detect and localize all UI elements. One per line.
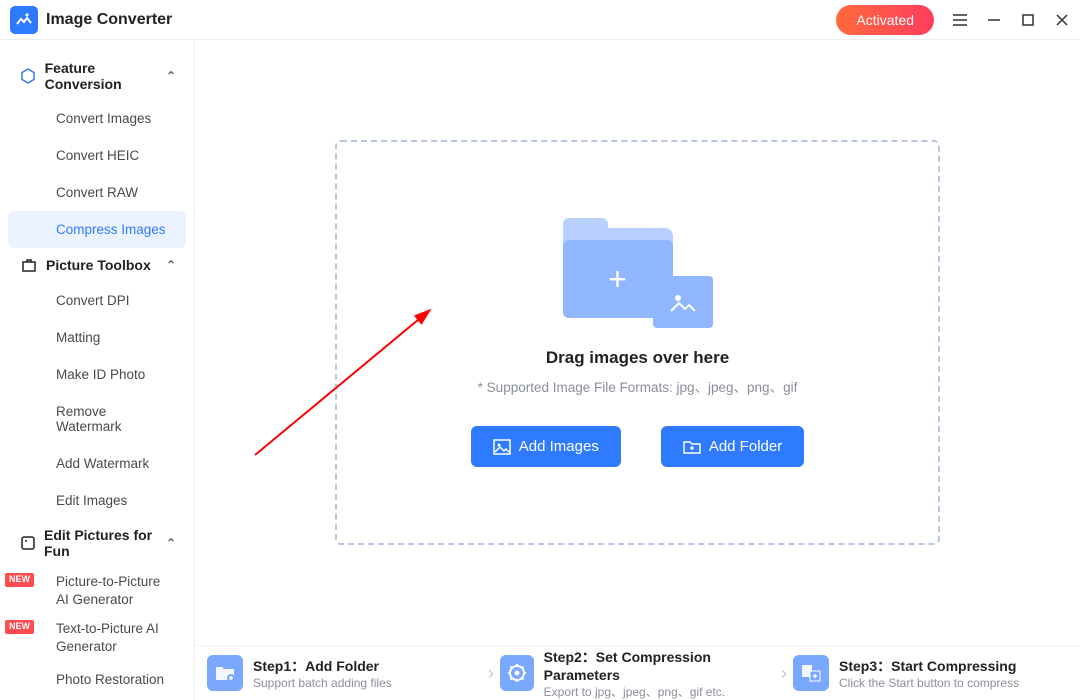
sidebar-item-photo-restoration[interactable]: Photo Restoration [8, 661, 186, 698]
app-title: Image Converter [46, 11, 172, 29]
folder-illustration-icon: + [563, 218, 713, 328]
chevron-right-icon: › [488, 663, 494, 684]
add-folder-button[interactable]: Add Folder [661, 426, 804, 467]
sidebar-item-edit-images[interactable]: Edit Images [8, 482, 186, 519]
sidebar-item-convert-raw[interactable]: Convert RAW [8, 174, 186, 211]
chevron-up-icon: ⌃ [166, 536, 176, 550]
app-logo-icon [10, 6, 38, 34]
chevron-right-icon: › [781, 663, 787, 684]
sidebar-item-convert-dpi[interactable]: Convert DPI [8, 282, 186, 319]
sidebar-item-make-id-photo[interactable]: Make ID Photo [8, 356, 186, 393]
section-title: Picture Toolbox [46, 257, 151, 273]
sidebar-item-add-watermark[interactable]: Add Watermark [8, 445, 186, 482]
chevron-up-icon: ⌃ [166, 69, 176, 83]
image-icon [493, 439, 511, 455]
section-head-feature-conversion[interactable]: Feature Conversion ⌃ [0, 52, 194, 100]
folder-plus-icon [683, 439, 701, 455]
add-images-button[interactable]: Add Images [471, 426, 621, 467]
step-3: Step3：Start CompressingClick the Start b… [793, 655, 1068, 691]
fun-icon [20, 534, 36, 552]
minimize-icon[interactable] [986, 12, 1002, 28]
main-panel: + Drag images over here * Supported Imag… [195, 40, 1080, 700]
step-2: Step2：Set Compression ParametersExport t… [500, 647, 775, 700]
dropzone-subtitle: * Supported Image File Formats: jpg、jpeg… [478, 376, 798, 396]
new-badge: NEW [5, 573, 34, 587]
title-bar: Image Converter Activated [0, 0, 1080, 40]
chevron-up-icon: ⌃ [166, 258, 176, 272]
step-gear-icon [500, 655, 534, 691]
close-icon[interactable] [1054, 12, 1070, 28]
activated-badge[interactable]: Activated [836, 5, 934, 35]
menu-icon[interactable] [952, 12, 968, 28]
toolbox-icon [20, 256, 38, 274]
add-folder-label: Add Folder [709, 438, 782, 455]
step-folder-icon [207, 655, 243, 691]
step-compress-icon [793, 655, 829, 691]
add-images-label: Add Images [519, 438, 599, 455]
sidebar-item-remove-watermark[interactable]: Remove Watermark [8, 393, 186, 445]
hexagon-icon [20, 67, 37, 85]
section-head-edit-pictures-fun[interactable]: Edit Pictures for Fun ⌃ [0, 519, 194, 567]
section-head-picture-toolbox[interactable]: Picture Toolbox ⌃ [0, 248, 194, 282]
drop-zone[interactable]: + Drag images over here * Supported Imag… [335, 140, 940, 545]
step-1: Step1：Add FolderSupport batch adding fil… [207, 655, 482, 691]
maximize-icon[interactable] [1020, 12, 1036, 28]
steps-bar: Step1：Add FolderSupport batch adding fil… [195, 645, 1080, 700]
sidebar-item-matting[interactable]: Matting [8, 319, 186, 356]
sidebar-item-text-to-pic-ai[interactable]: NEWText-to-Picture AI Generator [8, 614, 186, 661]
sidebar: Feature Conversion ⌃ Convert Images Conv… [0, 40, 195, 700]
section-title: Feature Conversion [45, 60, 166, 92]
sidebar-item-convert-images[interactable]: Convert Images [8, 100, 186, 137]
sidebar-item-pic-to-pic-ai[interactable]: NEWPicture-to-Picture AI Generator [8, 567, 186, 614]
dropzone-title: Drag images over here [546, 348, 729, 368]
section-title: Edit Pictures for Fun [44, 527, 166, 559]
new-badge: NEW [5, 620, 34, 634]
sidebar-item-convert-heic[interactable]: Convert HEIC [8, 137, 186, 174]
sidebar-item-compress-images[interactable]: Compress Images [8, 211, 186, 248]
